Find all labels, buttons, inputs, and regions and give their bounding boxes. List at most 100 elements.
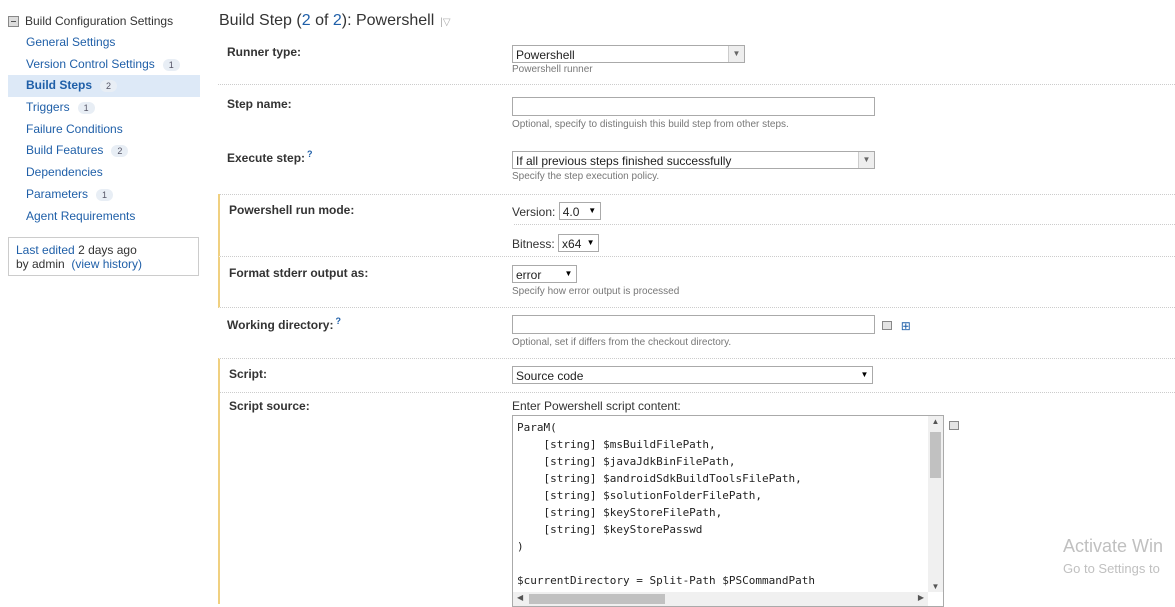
working-dir-input[interactable]: [512, 315, 875, 334]
count-badge: 1: [162, 58, 180, 71]
script-editor[interactable]: ParaM( [string] $msBuildFilePath, [strin…: [512, 415, 944, 607]
sidebar-nav: General Settings Version Control Settings…: [8, 32, 200, 227]
version-value: 4.0: [562, 205, 580, 219]
chevron-down-icon: ▼: [860, 370, 869, 379]
sidebar-item-build-features[interactable]: Build Features 2: [8, 140, 200, 162]
runner-type-select[interactable]: Powershell ▼: [512, 45, 745, 63]
runner-type-label: Runner type:: [227, 45, 302, 59]
title-suffix: ): Powershell: [341, 12, 435, 29]
step-name-input[interactable]: [512, 97, 875, 116]
help-icon[interactable]: ?: [307, 149, 313, 159]
execute-step-value: If all previous steps finished successfu…: [516, 154, 732, 168]
version-label: Version:: [512, 205, 556, 219]
sidebar-item-general-settings[interactable]: General Settings: [8, 32, 200, 54]
collapse-icon[interactable]: [8, 15, 19, 27]
execute-step-row: Execute step:? If all previous steps fin…: [218, 140, 1175, 195]
stderr-label: Format stderr output as:: [229, 266, 369, 280]
runner-type-hint: Powershell runner: [512, 64, 593, 75]
script-source-row: Script source: Enter Powershell script c…: [218, 392, 1175, 607]
runner-type-value: Powershell: [516, 48, 575, 62]
execute-step-label: Execute step:: [227, 151, 306, 165]
step-name-hint: Optional, specify to distinguish this bu…: [512, 119, 789, 130]
script-row: Script: Source code ▼: [218, 358, 1175, 393]
scroll-up-icon[interactable]: ▲: [928, 417, 943, 426]
sidebar-item-label: Version Control Settings: [26, 56, 155, 71]
expand-editor-icon[interactable]: [882, 321, 893, 331]
vertical-scroll-thumb[interactable]: [930, 432, 941, 478]
stderr-value: error: [516, 268, 542, 282]
horizontal-scroll-thumb[interactable]: [529, 594, 665, 604]
stderr-hint: Specify how error output is processed: [512, 286, 680, 297]
run-mode-label: Powershell run mode:: [229, 203, 355, 217]
count-badge: 1: [77, 101, 95, 114]
sidebar-item-build-steps[interactable]: Build Steps 2: [8, 75, 200, 98]
script-label: Script:: [229, 367, 268, 381]
bitness-value: x64: [562, 237, 582, 251]
sidebar-item-failure-conditions[interactable]: Failure Conditions: [8, 119, 200, 141]
sidebar-header[interactable]: Build Configuration Settings: [8, 12, 200, 30]
execute-step-select[interactable]: If all previous steps finished successfu…: [512, 151, 875, 169]
execute-step-label-wrap: Execute step:?: [227, 149, 313, 165]
bitness-label: Bitness:: [512, 237, 555, 251]
runner-type-row: Runner type: Powershell ▼ Powershell runn…: [218, 38, 1175, 85]
chevron-down-icon: ▼: [586, 238, 595, 247]
title-prefix: Build Step (: [219, 12, 302, 29]
stderr-select[interactable]: error ▼: [512, 265, 577, 283]
title-menu-icon[interactable]: |▽: [440, 17, 450, 28]
count-badge: 2: [111, 145, 129, 158]
script-content[interactable]: ParaM( [string] $msBuildFilePath, [strin…: [513, 416, 943, 592]
page-title: Build Step (2 of 2): Powershell |▽: [219, 12, 451, 30]
script-source-label: Script source:: [229, 399, 310, 413]
sidebar-item-label: Failure Conditions: [26, 121, 123, 136]
step-name-row: Step name: Optional, specify to distingu…: [218, 88, 1175, 140]
sidebar-item-parameters[interactable]: Parameters 1: [8, 184, 200, 206]
script-value: Source code: [516, 369, 584, 383]
chevron-down-icon: ▼: [728, 46, 744, 62]
sidebar-item-label: Parameters: [26, 186, 89, 201]
sidebar-item-label: Triggers: [26, 100, 70, 115]
expand-editor-icon[interactable]: [949, 421, 959, 430]
sidebar-item-label: Dependencies: [26, 165, 103, 180]
sidebar-item-dependencies[interactable]: Dependencies: [8, 162, 200, 184]
chevron-down-icon: ▼: [564, 269, 573, 278]
last-edited-by: by admin: [16, 257, 65, 271]
settings-sidebar: Build Configuration Settings General Set…: [8, 12, 200, 227]
sidebar-item-label: Agent Requirements: [26, 208, 136, 223]
chevron-down-icon: ▼: [588, 206, 597, 215]
script-source-prompt: Enter Powershell script content:: [512, 399, 681, 413]
stderr-row: Format stderr output as: error ▼ Specify …: [218, 257, 1175, 308]
version-select[interactable]: 4.0 ▼: [558, 202, 601, 220]
vertical-scrollbar[interactable]: ▲ ▼: [928, 416, 943, 592]
step-name-label: Step name:: [227, 97, 292, 111]
title-current-step[interactable]: 2: [302, 12, 311, 29]
last-edited-box: Last edited 2 days ago by admin (view hi…: [8, 237, 199, 276]
last-edited-time: 2 days ago: [78, 243, 137, 257]
count-badge: 1: [96, 188, 114, 201]
sidebar-item-label: General Settings: [26, 35, 116, 49]
sidebar-item-agent-requirements[interactable]: Agent Requirements: [8, 206, 200, 228]
horizontal-scrollbar[interactable]: ◀ ▶: [513, 592, 928, 606]
sidebar-header-label: Build Configuration Settings: [25, 14, 174, 28]
working-dir-label: Working directory:: [227, 318, 334, 332]
watermark-line1: Activate Win: [1063, 536, 1164, 556]
run-mode-row: Powershell run mode: Version: 4.0 ▼ Bitne…: [218, 194, 1175, 257]
execute-step-hint: Specify the step execution policy.: [512, 171, 660, 182]
title-total-steps[interactable]: 2: [333, 12, 342, 29]
help-icon[interactable]: ?: [335, 316, 341, 326]
working-dir-row: Working directory:? ⊞ Optional, set if d…: [218, 308, 1175, 358]
sidebar-item-version-control-settings[interactable]: Version Control Settings 1: [8, 54, 200, 76]
working-dir-hint: Optional, set if differs from the checko…: [512, 337, 732, 348]
directory-tree-icon[interactable]: ⊞: [901, 319, 911, 333]
activation-watermark: Activate Win Go to Settings to: [1063, 536, 1163, 576]
view-history-link[interactable]: (view history): [71, 257, 142, 271]
last-edited-label: Last edited: [16, 243, 75, 257]
sidebar-item-triggers[interactable]: Triggers 1: [8, 97, 200, 119]
bitness-select[interactable]: x64 ▼: [558, 234, 600, 252]
sidebar-item-label: Build Features: [26, 143, 104, 158]
watermark-line2: Go to Settings to: [1063, 561, 1160, 576]
sidebar-item-label: Build Steps: [26, 78, 93, 93]
script-select[interactable]: Source code ▼: [512, 366, 873, 384]
count-badge: 2: [100, 80, 118, 93]
scroll-down-icon[interactable]: ▼: [928, 582, 943, 591]
working-dir-label-wrap: Working directory:?: [227, 316, 341, 332]
